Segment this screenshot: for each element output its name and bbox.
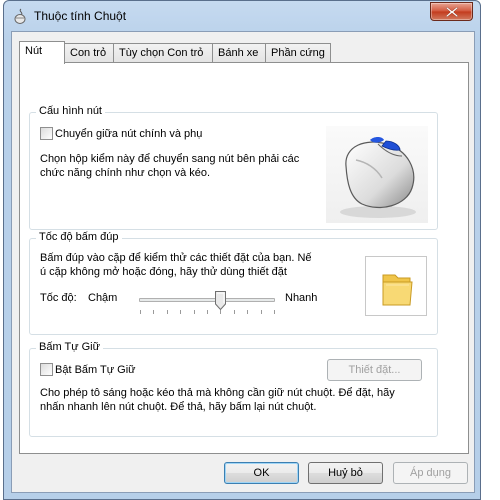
slider-tick	[247, 310, 248, 314]
switch-buttons-label[interactable]: Chuyển giữa nút chính và phụ	[55, 127, 202, 141]
speed-label: Tốc độ:	[40, 292, 77, 304]
speed-slider-track[interactable]	[139, 298, 275, 302]
title-bar[interactable]: Thuộc tính Chuột	[4, 1, 480, 31]
tab-wheel[interactable]: Bánh xe	[212, 43, 266, 63]
speed-slider-thumb[interactable]	[215, 291, 227, 311]
button-config-description-1: Chọn hộp kiểm này để chuyển sang nút bên…	[40, 153, 300, 165]
slider-tick	[234, 310, 235, 314]
fast-label: Nhanh	[285, 292, 318, 304]
slider-tick	[274, 310, 275, 314]
double-click-description-1: Bấm đúp vào cặp để kiểm thử các thiết đặ…	[40, 252, 312, 264]
button-config-description-2: chức năng chính như chọn và kéo.	[40, 167, 211, 179]
slider-tick	[180, 310, 181, 314]
mouse-illustration	[326, 126, 428, 223]
tab-pointers[interactable]: Con trỏ	[64, 43, 114, 63]
cancel-button[interactable]: Huỷ bỏ	[308, 462, 383, 484]
click-lock-description-2: nhấn nhanh lên nút chuột. Để thả, hãy bấ…	[40, 401, 317, 413]
slider-tick	[220, 310, 221, 314]
slider-tick	[167, 310, 168, 314]
button-configuration-group: Cấu hình nút Chuyển giữa nút chính và ph…	[29, 105, 438, 230]
slider-tick	[207, 310, 208, 314]
click-lock-settings-button[interactable]: Thiết đặt...	[327, 359, 422, 381]
tab-pointer-options[interactable]: Tùy chọn Con trỏ	[113, 43, 213, 63]
click-lock-group: Bấm Tự Giữ Bật Bấm Tự Giữ Thiết đặt... C…	[29, 341, 438, 437]
slider-tick	[153, 310, 154, 314]
dialog-body: Nút Con trỏ Tùy chọn Con trỏ Bánh xe Phầ…	[11, 31, 475, 493]
window-title: Thuộc tính Chuột	[34, 9, 127, 23]
tab-buttons[interactable]: Nút	[19, 41, 65, 64]
folder-icon	[382, 274, 413, 306]
apply-button[interactable]: Áp dụng	[393, 462, 468, 484]
slow-label: Chậm	[88, 292, 118, 304]
click-lock-checkbox[interactable]	[40, 363, 53, 376]
click-lock-label: Bấm Tự Giữ	[36, 341, 103, 353]
button-configuration-label: Cấu hình nút	[36, 105, 105, 117]
close-icon	[446, 7, 458, 17]
close-button[interactable]	[430, 2, 473, 21]
tab-panel-buttons: Cấu hình nút Chuyển giữa nút chính và ph…	[19, 62, 469, 454]
click-lock-checkbox-label[interactable]: Bật Bấm Tự Giữ	[55, 363, 136, 377]
double-click-speed-group: Tốc độ bấm đúp Bấm đúp vào cặp để kiểm t…	[29, 231, 438, 335]
switch-buttons-checkbox[interactable]	[40, 127, 53, 140]
double-click-speed-label: Tốc độ bấm đúp	[36, 231, 122, 243]
slider-tick	[261, 310, 262, 314]
ok-button[interactable]: OK	[224, 462, 299, 484]
mouse-properties-window: Thuộc tính Chuột Nút Con trỏ Tùy chọn Co…	[3, 0, 481, 500]
double-click-description-2: ú cặp không mở hoặc đóng, hãy thử dùng t…	[40, 266, 287, 278]
slider-tick	[140, 310, 141, 314]
mouse-icon	[12, 8, 28, 24]
slider-tick	[194, 310, 195, 314]
test-folder-area[interactable]	[365, 256, 427, 316]
tab-hardware[interactable]: Phần cứng	[265, 43, 331, 63]
click-lock-description-1: Cho phép tô sáng hoặc kéo thả mà không c…	[40, 387, 395, 399]
